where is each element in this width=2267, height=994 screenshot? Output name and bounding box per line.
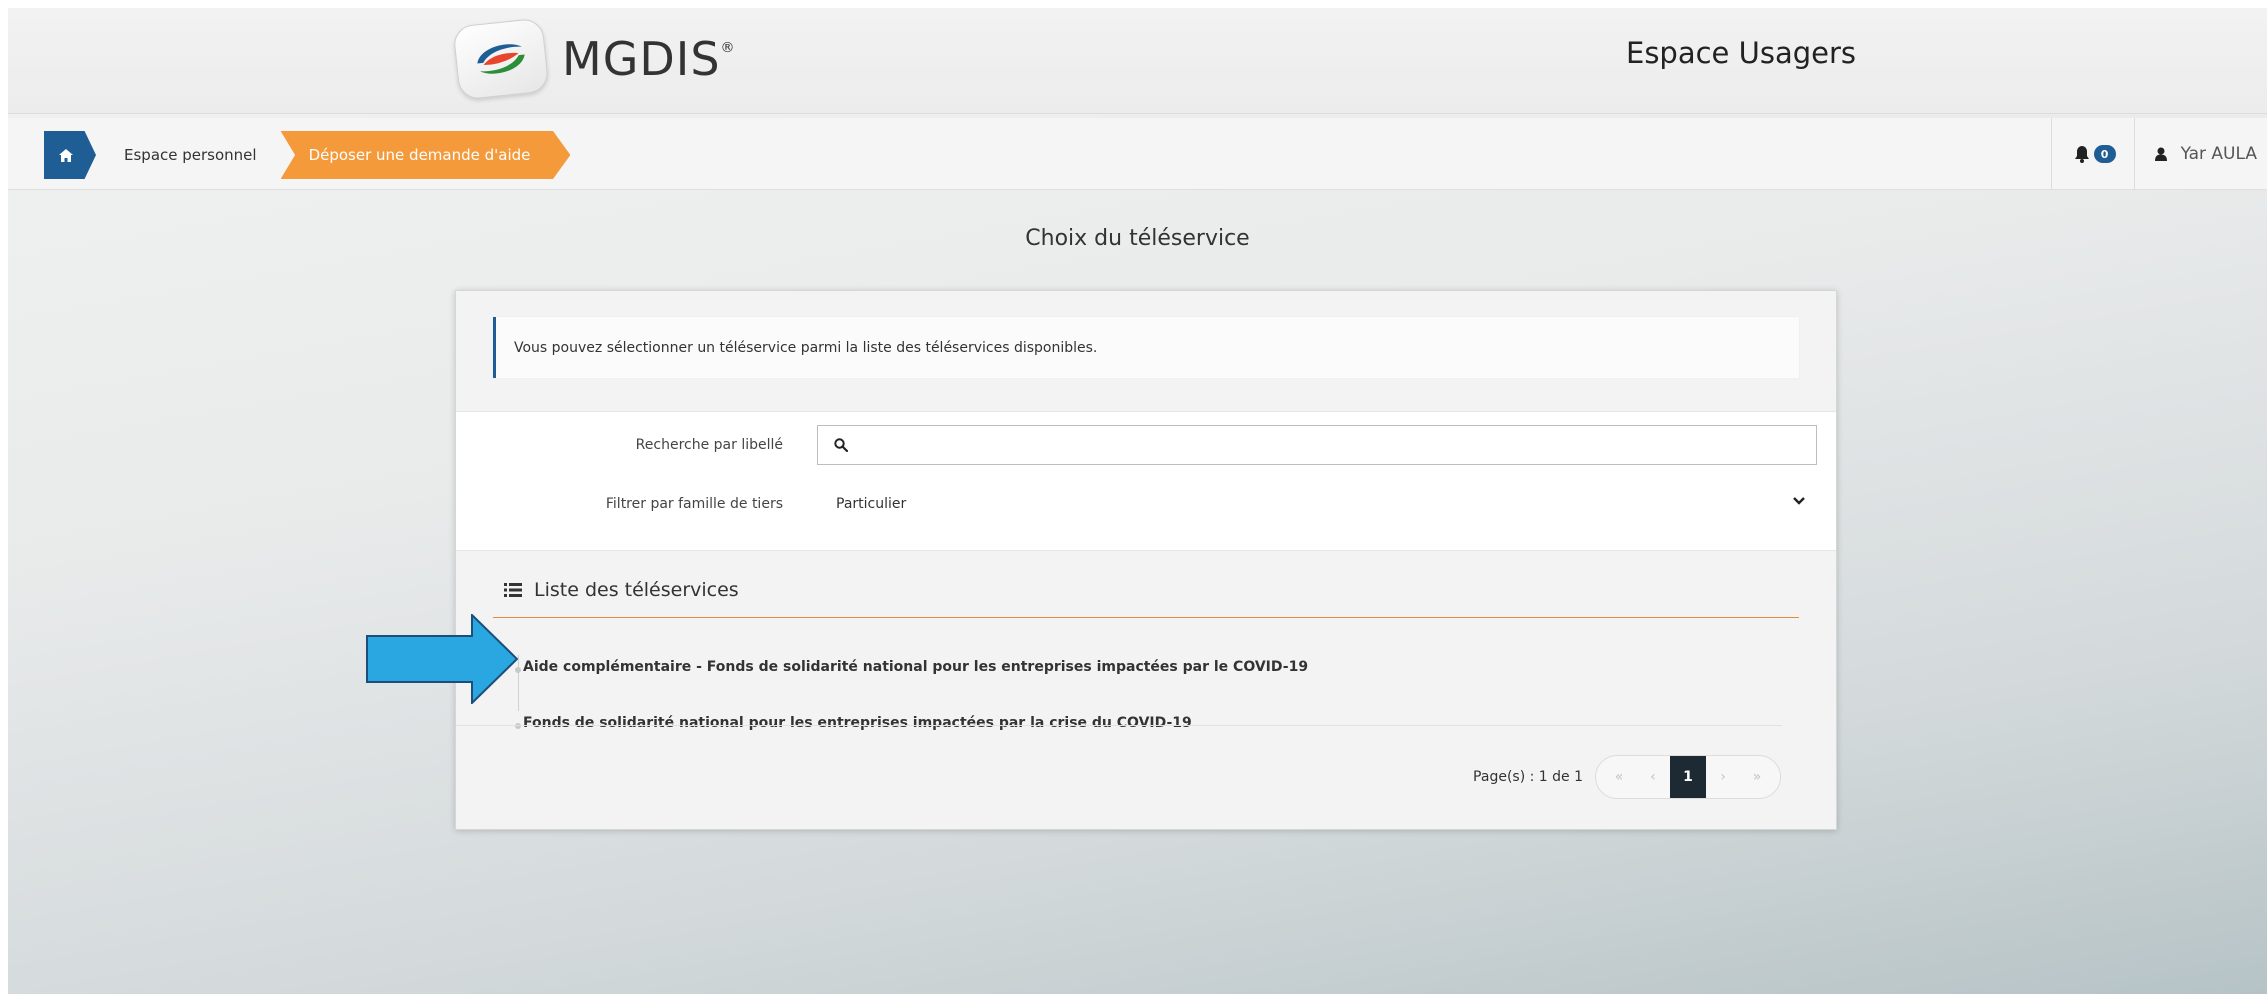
- page-frame: MGDIS® Espace Usagers Espace personnel D…: [8, 8, 2267, 994]
- logo-mark-icon: [452, 17, 550, 101]
- filter-form: Recherche par libellé Filtrer par famill…: [456, 411, 1836, 551]
- registered-mark: ®: [720, 40, 736, 56]
- search-row: Recherche par libellé: [456, 425, 1836, 465]
- breadcrumb: Espace personnel Déposer une demande d'a…: [44, 131, 571, 179]
- annotation-arrow-icon: [366, 614, 518, 704]
- chevron-down-icon: [1793, 497, 1805, 505]
- last-page-button[interactable]: »: [1740, 769, 1774, 785]
- teleservice-card: Vous pouvez sélectionner un téléservice …: [455, 290, 1837, 830]
- family-label: Filtrer par famille de tiers: [605, 496, 783, 512]
- list-item-label: Aide complémentaire - Fonds de solidarit…: [523, 659, 1309, 675]
- breadcrumb-home[interactable]: [44, 131, 96, 179]
- current-page-button[interactable]: 1: [1670, 756, 1706, 798]
- brand-logo[interactable]: MGDIS®: [452, 17, 736, 101]
- breadcrumb-item-deposer-demande[interactable]: Déposer une demande d'aide: [280, 131, 571, 179]
- space-title: Espace Usagers: [1626, 36, 1857, 70]
- user-name: Yar AULA: [2180, 144, 2257, 164]
- list-title: Liste des téléservices: [504, 579, 739, 601]
- list-item-label: Fonds de solidarité national pour les en…: [523, 715, 1192, 731]
- search-icon: [834, 438, 848, 452]
- user-zone: 0 Yar AULA: [2050, 118, 2267, 190]
- pagination-controls: « ‹ 1 › »: [1595, 755, 1781, 799]
- list-bottom-divider: [456, 725, 1782, 726]
- pagination-label: Page(s) : 1 de 1: [1473, 769, 1583, 785]
- search-input[interactable]: [817, 425, 1817, 465]
- family-select[interactable]: Particulier: [817, 484, 1817, 524]
- list-title-text: Liste des téléservices: [534, 579, 739, 601]
- breadcrumb-item-espace-personnel[interactable]: Espace personnel: [96, 131, 281, 179]
- pagination: Page(s) : 1 de 1 « ‹ 1 › »: [1473, 755, 1781, 799]
- notifications-button[interactable]: 0: [2050, 118, 2134, 190]
- info-message: Vous pouvez sélectionner un téléservice …: [493, 317, 1799, 378]
- prev-page-button[interactable]: ‹: [1636, 769, 1670, 785]
- teleservice-list: Aide complémentaire - Fonds de solidarit…: [515, 639, 1788, 751]
- list-item[interactable]: Fonds de solidarité national pour les en…: [515, 695, 1788, 751]
- family-row: Filtrer par famille de tiers Particulier: [456, 484, 1836, 524]
- list-divider: [493, 617, 1799, 618]
- home-icon: [59, 148, 73, 162]
- search-label: Recherche par libellé: [635, 437, 783, 453]
- breadcrumb-bar: Espace personnel Déposer une demande d'a…: [8, 118, 2267, 190]
- page-title: Choix du téléservice: [1025, 226, 1250, 251]
- brand-name-text: MGDIS: [562, 32, 721, 86]
- next-page-button[interactable]: ›: [1706, 769, 1740, 785]
- user-menu[interactable]: Yar AULA: [2133, 118, 2267, 190]
- bullet-icon: [515, 723, 521, 729]
- notifications-count-badge: 0: [2093, 145, 2116, 163]
- family-select-value: Particulier: [836, 496, 907, 512]
- list-item[interactable]: Aide complémentaire - Fonds de solidarit…: [515, 639, 1788, 695]
- bell-icon: [2074, 145, 2089, 163]
- user-icon: [2154, 147, 2167, 161]
- first-page-button[interactable]: «: [1602, 769, 1636, 785]
- brand-name: MGDIS®: [562, 32, 736, 86]
- app-header: MGDIS® Espace Usagers: [8, 8, 2267, 114]
- list-icon: [504, 583, 522, 597]
